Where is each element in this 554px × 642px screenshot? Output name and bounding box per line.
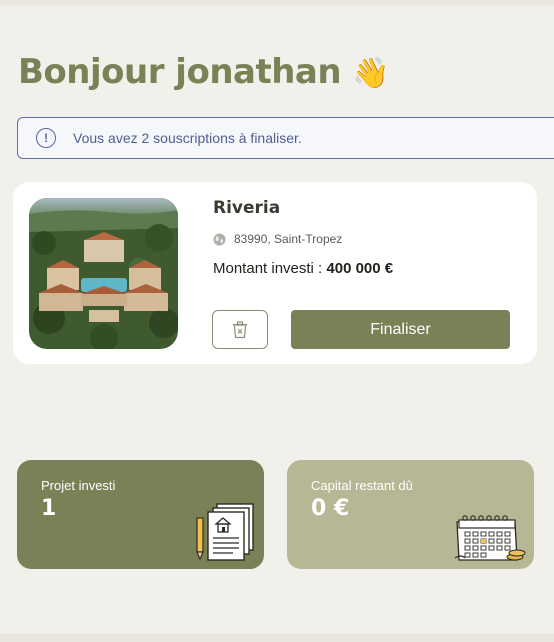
subscription-card: Riveria 83990, Saint-Tropez Montant inve…: [13, 182, 537, 364]
invested-amount: Montant investi : 400 000 €: [213, 260, 393, 277]
project-location: 83990, Saint-Tropez: [213, 232, 342, 246]
calendar-icon: [454, 515, 526, 561]
bottom-strip: [0, 634, 554, 642]
trash-icon: [233, 320, 247, 338]
invested-projects-card[interactable]: Projet investi 1: [17, 460, 264, 569]
delete-subscription-button[interactable]: [212, 310, 268, 349]
alert-text: Vous avez 2 souscriptions à finaliser.: [73, 130, 302, 146]
waving-hand-icon: 👋: [352, 56, 390, 91]
page-title: Bonjour jonathan 👋: [18, 52, 390, 92]
invested-projects-label: Projet investi: [41, 478, 116, 493]
remaining-capital-label: Capital restant dû: [311, 478, 413, 493]
property-photo: [29, 198, 178, 349]
remaining-capital-card[interactable]: Capital restant dû 0 €: [287, 460, 534, 569]
documents-icon: [196, 503, 254, 561]
top-strip: [0, 0, 554, 6]
remaining-capital-value: 0 €: [311, 496, 350, 521]
greeting-text: Bonjour jonathan: [18, 52, 342, 92]
pending-subscriptions-alert[interactable]: ! Vous avez 2 souscriptions à finaliser.: [17, 117, 554, 159]
amount-value: 400 000 €: [326, 260, 394, 277]
exclamation-circle-icon: !: [36, 128, 56, 148]
amount-label: Montant investi :: [213, 260, 327, 277]
finalize-button[interactable]: Finaliser: [291, 310, 510, 349]
invested-projects-value: 1: [41, 496, 57, 521]
globe-icon: [213, 232, 226, 246]
project-name[interactable]: Riveria: [213, 198, 280, 218]
location-text: 83990, Saint-Tropez: [234, 232, 343, 246]
